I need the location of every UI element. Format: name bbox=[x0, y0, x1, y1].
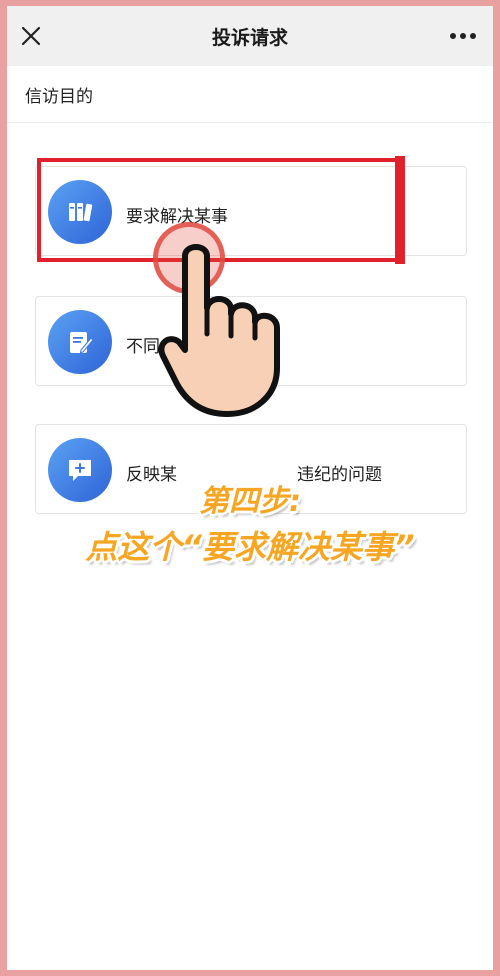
nav-bar: 投诉请求 bbox=[7, 6, 493, 66]
phone-screen: 投诉请求 信访目的 要求解决某事 不同 反映某 违纪的问题 第四步: 点这个“要… bbox=[7, 6, 493, 970]
pointing-hand-icon bbox=[158, 244, 280, 417]
section-label: 信访目的 bbox=[25, 87, 93, 107]
edit-note-icon bbox=[48, 310, 112, 374]
option-label: 不同 bbox=[126, 337, 160, 357]
step-instruction: 点这个“要求解决某事” bbox=[85, 528, 415, 566]
page-title: 投诉请求 bbox=[211, 27, 288, 49]
step-title: 第四步: bbox=[199, 484, 301, 519]
more-icon[interactable] bbox=[449, 32, 477, 40]
highlight-edge bbox=[395, 156, 405, 264]
divider bbox=[7, 122, 493, 123]
